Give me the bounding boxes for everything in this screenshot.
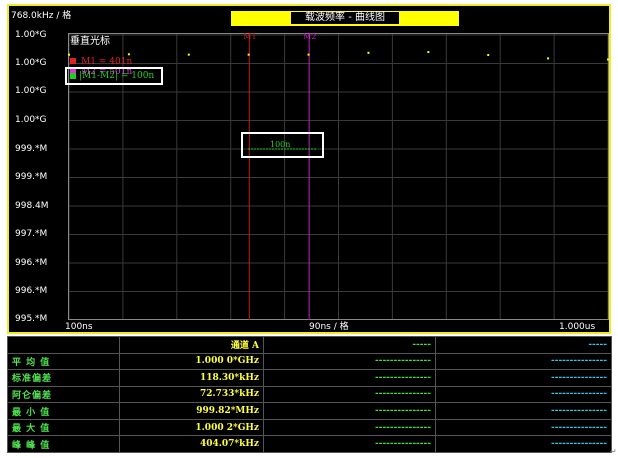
row-col2: --------------- [263, 435, 436, 453]
row-value: 118.30*kHz [119, 369, 264, 387]
header-cell-empty [7, 336, 120, 354]
cursor-m1-marker: M1 [243, 33, 256, 41]
row-col2: --------------- [263, 418, 436, 437]
table-row: 最 大 值 1.000 2*GHz --------------- ------… [7, 418, 612, 437]
statistics-table: 通道 A ----- ----- 平 均 值 1.000 0*GHz -----… [7, 336, 612, 453]
table-row: 平 均 值 1.000 0*GHz --------------- ------… [7, 352, 612, 371]
row-col2: --------------- [263, 352, 436, 371]
x-axis-left-label: 100ns [65, 322, 93, 332]
y-tick-label: 1.00*G [15, 86, 47, 96]
row-col3: --------------- [435, 402, 612, 420]
row-label: 最 大 值 [7, 418, 120, 437]
data-point [187, 53, 190, 56]
table-row: 峰 峰 值 404.07*kHz --------------- -------… [7, 435, 612, 453]
y-tick-label: 1.00*G [15, 30, 47, 40]
data-point [247, 53, 250, 56]
row-label: 平 均 值 [7, 352, 120, 371]
row-value: 999.82*MHz [119, 402, 264, 420]
y-tick-label: 997.*M [15, 229, 48, 239]
row-col3: --------------- [435, 418, 612, 437]
row-col3: --------------- [435, 435, 612, 453]
row-col2: --------------- [263, 402, 436, 420]
table-header-row: 通道 A ----- ----- [7, 336, 612, 354]
y-tick-label: 999.*M [15, 144, 48, 154]
y-tick-label: 1.00*G [15, 58, 47, 68]
data-point [607, 58, 609, 61]
table-row: 阿仑偏差 72.733*kHz --------------- --------… [7, 385, 612, 404]
y-tick-label: 995.*M [15, 314, 48, 324]
cursor-m2-marker: M2 [303, 33, 316, 41]
return-mark-icon: ↵ [610, 447, 617, 456]
data-point [367, 51, 370, 54]
data-point [427, 51, 430, 54]
y-tick-label: 1.00*G [15, 115, 47, 125]
data-point [307, 53, 310, 56]
chart-title: 载波频率 - 曲线图 [291, 12, 399, 24]
header-channel-a: 通道 A [119, 336, 264, 354]
diff-readout: 100n [270, 140, 290, 149]
header-channel-b: ----- [263, 336, 436, 354]
y-tick-label: 999.*M [15, 172, 48, 182]
row-label: 最 小 值 [7, 402, 120, 420]
cursor-diff-box: |M1-M2| = 100n [65, 67, 163, 85]
row-value: 404.07*kHz [119, 435, 264, 453]
data-point [487, 54, 490, 57]
cursor-diff-label: |M1-M2| = 100n [79, 71, 155, 81]
row-label: 峰 峰 值 [7, 435, 120, 453]
row-col3: --------------- [435, 385, 612, 404]
row-value: 1.000 0*GHz [119, 352, 264, 371]
diff-swatch [70, 73, 76, 79]
x-axis-right-label: 1.000us [559, 322, 596, 332]
table-row: 标准偏差 118.30*kHz --------------- --------… [7, 369, 612, 387]
row-col2: --------------- [263, 369, 436, 387]
y-tick-label: 996.*M [15, 286, 48, 296]
x-axis-center-label: 90ns / 格 [309, 322, 349, 332]
row-label: 阿仑偏差 [7, 385, 120, 404]
title-bar: 载波频率 - 曲线图 [231, 11, 459, 26]
y-tick-label: 998.4M [15, 201, 49, 211]
data-point [547, 57, 550, 60]
scale-label: 768.0kHz / 格 [11, 11, 72, 21]
y-tick-label: 996.*M [15, 258, 48, 268]
table-row: 最 小 值 999.82*MHz --------------- -------… [7, 402, 612, 420]
header-channel-c: ----- [435, 336, 612, 354]
row-value: 72.733*kHz [119, 385, 264, 404]
row-col3: --------------- [435, 352, 612, 371]
row-col3: --------------- [435, 369, 612, 387]
cursor-panel-title: 垂直光标 [70, 36, 110, 47]
row-label: 标准偏差 [7, 369, 120, 387]
row-col2: --------------- [263, 385, 436, 404]
row-value: 1.000 2*GHz [119, 418, 264, 437]
waveform-display: 768.0kHz / 格 载波频率 - 曲线图 1.00*G 1.00*G 1.… [7, 4, 611, 334]
